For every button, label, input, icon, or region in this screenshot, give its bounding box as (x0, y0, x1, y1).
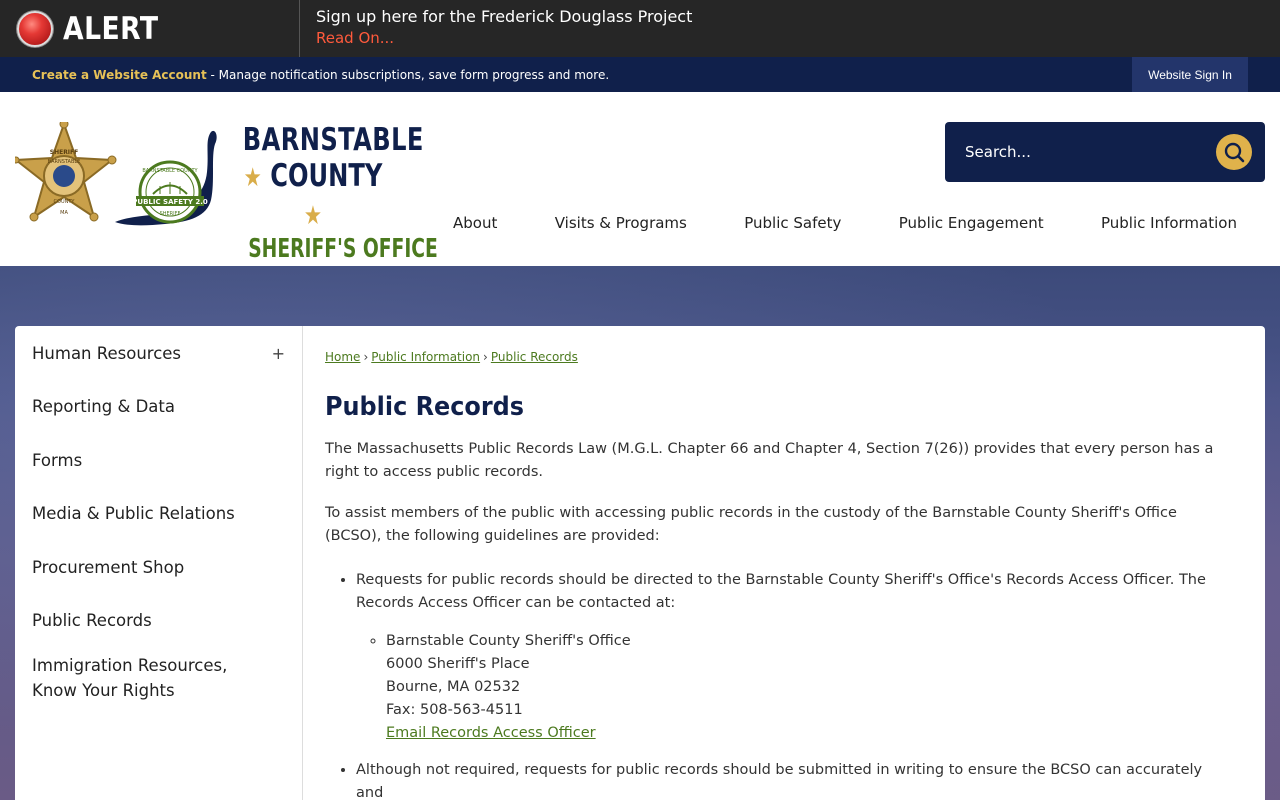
nav-public-engagement[interactable]: Public Engagement (871, 214, 1072, 232)
contact-city: Bourne, MA 02532 (386, 679, 521, 695)
contact-fax: Fax: 508-563-4511 (386, 702, 523, 718)
alert-title[interactable]: Sign up here for the Frederick Douglass … (316, 7, 692, 27)
list-item: Although not required, requests for publ… (356, 759, 1225, 800)
nav-public-information[interactable]: Public Information (1073, 214, 1265, 232)
alert-light-icon (17, 10, 53, 47)
sidebar-item-label: Human Resources (32, 344, 182, 363)
breadcrumb-separator: › (363, 350, 369, 364)
records-officer-text: Requests for public records should be di… (356, 572, 1206, 611)
star-icon: ★ (303, 201, 323, 231)
breadcrumb-public-records[interactable]: Public Records (491, 350, 578, 364)
nav-public-safety[interactable]: Public Safety (716, 214, 869, 232)
site-logo[interactable]: SHERIFF BARNSTABLE COUNTY MA BARNSTABLE … (15, 122, 438, 264)
breadcrumb: Home › Public Information › Public Records (325, 350, 1243, 364)
page-title: Public Records (325, 392, 525, 422)
email-records-officer-link[interactable]: Email Records Access Officer (386, 725, 596, 741)
sidebar-item-procurement-shop[interactable]: Procurement Shop (15, 539, 302, 595)
guidelines-list: Requests for public records should be di… (325, 569, 1225, 800)
sidebar-item-label: Procurement Shop (32, 557, 185, 577)
logo-line-county: ★ COUNTY ★ (243, 158, 383, 234)
account-description: - Manage notification subscriptions, sav… (206, 67, 610, 82)
sidebar-item-label-line2: Know Your Rights (32, 681, 175, 700)
contact-name: Barnstable County Sheriff's Office (386, 633, 631, 649)
intro-paragraph: The Massachusetts Public Records Law (M.… (325, 441, 1214, 480)
alert-label-area[interactable]: ALERT (0, 0, 300, 57)
sidebar-item-media-public-relations[interactable]: Media & Public Relations (15, 488, 302, 539)
expand-plus-icon[interactable]: + (272, 344, 285, 363)
account-bar: Create a Website Account - Manage notifi… (0, 57, 1280, 92)
sidebar-item-label: Media & Public Relations (32, 504, 235, 523)
main-nav: About Visits & Programs Public Safety Pu… (425, 214, 1265, 232)
alert-bar: ALERT Sign up here for the Frederick Dou… (0, 0, 1280, 57)
nav-about[interactable]: About (425, 214, 525, 232)
search-button[interactable] (1216, 134, 1252, 170)
search-box (945, 122, 1265, 182)
sidebar-item-forms[interactable]: Forms (15, 432, 302, 488)
contact-list: Barnstable County Sheriff's Office 6000 … (356, 630, 1225, 745)
sidebar-item-label: Forms (32, 450, 83, 470)
sidebar-item-label: Immigration Resources, (32, 656, 228, 675)
seal-word-barnstable-county: BARNSTABLE COUNTY (142, 168, 198, 174)
logo-county-text: COUNTY (270, 158, 383, 194)
content-card: Human Resources + Reporting & Data Forms… (15, 326, 1265, 800)
alert-label: ALERT (63, 10, 159, 47)
badge-word-ma: MA (60, 210, 68, 216)
sidebar-item-reporting-data[interactable]: Reporting & Data (15, 381, 302, 432)
contact-street: 6000 Sheriff's Place (386, 656, 530, 672)
search-icon (1224, 142, 1245, 163)
badge-word-county: COUNTY (54, 199, 76, 205)
star-icon: ★ (243, 163, 262, 193)
logo-line-sheriffs-office: SHERIFF'S OFFICE (248, 234, 438, 264)
main-content: Home › Public Information › Public Records P… (303, 326, 1265, 800)
sidebar-item-immigration-resources[interactable]: Immigration Resources, Know Your Rights (15, 646, 302, 714)
seal-word-public-safety: PUBLIC SAFETY 2.0 (132, 198, 208, 206)
website-sign-in-button[interactable]: Website Sign In (1132, 57, 1248, 92)
account-notice: Create a Website Account - Manage notifi… (0, 68, 609, 82)
create-account-link[interactable]: Create a Website Account (32, 68, 207, 82)
badge-word-barnstable: BARNSTABLE (48, 159, 81, 165)
breadcrumb-public-information[interactable]: Public Information (371, 350, 480, 364)
breadcrumb-home[interactable]: Home (325, 350, 360, 364)
sidebar-item-label: Public Records (32, 611, 152, 630)
badge-word-sheriff: SHERIFF (50, 149, 79, 156)
sidebar-item-human-resources[interactable]: Human Resources + (15, 326, 302, 381)
nav-visits-programs[interactable]: Visits & Programs (527, 214, 715, 232)
logo-wordmark: BARNSTABLE ★ COUNTY ★ SHERIFF'S OFFICE (223, 122, 438, 264)
sidebar-item-label: Reporting & Data (32, 397, 175, 416)
contact-item: Barnstable County Sheriff's Office 6000 … (386, 630, 1225, 745)
sidebar-item-public-records[interactable]: Public Records (15, 595, 302, 646)
sheriff-badge-icon: SHERIFF BARNSTABLE COUNTY MA BARNSTABLE … (15, 122, 217, 226)
breadcrumb-separator: › (483, 350, 488, 364)
guidelines-paragraph: To assist members of the public with acc… (325, 505, 1177, 544)
seal-word-sheriff: SHERIFF (160, 211, 181, 217)
sidebar-nav: Human Resources + Reporting & Data Forms… (15, 326, 303, 800)
site-header: SHERIFF BARNSTABLE COUNTY MA BARNSTABLE … (0, 92, 1280, 266)
alert-read-on-link[interactable]: Read On... (316, 27, 692, 49)
list-item: Requests for public records should be di… (356, 569, 1225, 745)
logo-line-barnstable: BARNSTABLE (242, 122, 424, 158)
alert-message: Sign up here for the Frederick Douglass … (300, 0, 692, 57)
search-input[interactable] (945, 143, 1216, 161)
